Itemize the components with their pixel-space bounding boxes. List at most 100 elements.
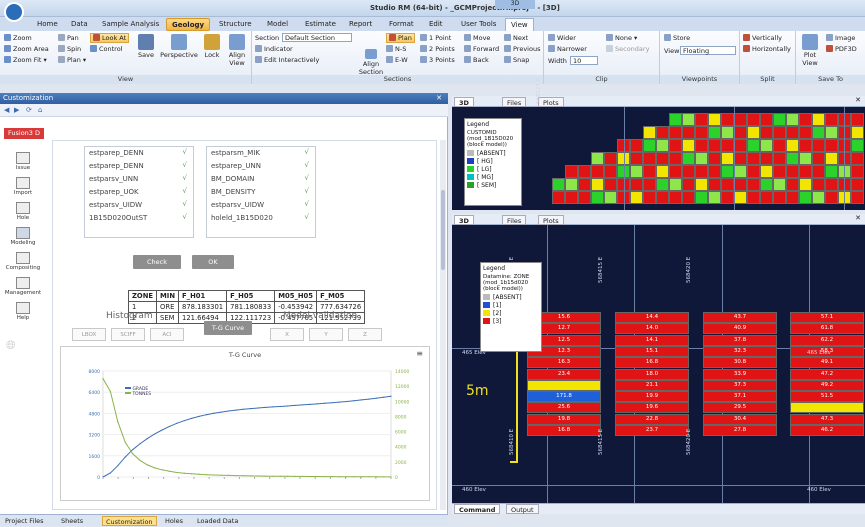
back-arrow-icon[interactable]: ◀ — [4, 106, 9, 114]
list-item[interactable]: 1B15D020OutST √ — [85, 212, 193, 225]
nav-management[interactable]: Management — [4, 277, 42, 296]
tab-3d[interactable]: 3D — [454, 97, 474, 107]
tab-project-files[interactable]: Project Files — [2, 516, 47, 526]
forward-arrow-icon[interactable]: ▶ — [14, 106, 19, 114]
secondary-button[interactable]: Secondary — [606, 45, 649, 53]
spin-button[interactable]: Spin — [58, 45, 81, 53]
tab-sample-analysis[interactable]: Sample Analysis — [97, 18, 164, 31]
zoom-button[interactable]: Zoom — [4, 34, 32, 42]
tab-output[interactable]: Output — [506, 504, 539, 514]
align-section-button[interactable]: Align Section — [356, 49, 386, 76]
list-item[interactable]: holeld_1B15D020 √ — [207, 212, 315, 225]
plot-view-button[interactable]: Plot View — [798, 34, 822, 67]
next-button[interactable]: Next — [504, 34, 528, 42]
previous-button[interactable]: Previous — [504, 45, 540, 53]
check-button[interactable]: Check — [133, 255, 181, 269]
tab-3d-bottom[interactable]: 3D — [454, 215, 474, 225]
plan-view-button[interactable]: Plan ▾ — [58, 56, 86, 64]
zoom-area-button[interactable]: Zoom Area — [4, 45, 49, 53]
ew-button[interactable]: E-W — [386, 56, 408, 64]
tab-plots-bottom[interactable]: Plots — [538, 215, 564, 225]
tab-user-tools[interactable]: User Tools — [456, 18, 501, 31]
indicator-button[interactable]: Indicator — [255, 45, 293, 53]
validation-z-button[interactable]: Z — [348, 328, 382, 341]
forward-button[interactable]: Forward — [464, 45, 499, 53]
tab-loaded-data[interactable]: Loaded Data — [194, 516, 241, 526]
align-view-button[interactable]: Align View — [225, 34, 249, 67]
tab-edit[interactable]: Edit — [424, 18, 448, 31]
move-button[interactable]: Move — [464, 34, 490, 42]
narrower-button[interactable]: Narrower — [548, 45, 587, 53]
zoom-fit-button[interactable]: Zoom Fit ▾ — [4, 56, 47, 64]
panel-scrollbar[interactable] — [440, 140, 446, 510]
save-view-button[interactable]: Save — [134, 34, 158, 59]
tab-model[interactable]: Model — [262, 18, 293, 31]
tab-estimate[interactable]: Estimate — [300, 18, 341, 31]
list-item[interactable]: estparep_UNN √ — [207, 160, 315, 173]
none-button[interactable]: None ▾ — [606, 34, 637, 42]
list-item[interactable]: estparsv_UIDW √ — [207, 199, 315, 212]
ok-button[interactable]: OK — [192, 255, 234, 269]
pdf3d-button[interactable]: PDF3D — [826, 45, 857, 53]
tab-format[interactable]: Format — [384, 18, 419, 31]
two-points-button[interactable]: 2 Points — [420, 45, 455, 53]
tab-data[interactable]: Data — [66, 18, 93, 31]
back-button[interactable]: Back — [464, 56, 489, 64]
pan-button[interactable]: Pan — [58, 34, 79, 42]
lbox-button[interactable]: LBOX — [72, 328, 106, 341]
image-button[interactable]: Image — [826, 34, 855, 42]
view-select[interactable]: Floating — [680, 46, 736, 55]
home-icon[interactable]: ⌂ — [38, 106, 42, 114]
nav-import[interactable]: Import — [4, 177, 42, 196]
tg-curve-button[interactable]: T-G Curve — [204, 321, 252, 335]
tab-files[interactable]: Files — [502, 97, 527, 107]
lock-button[interactable]: Lock — [200, 34, 224, 59]
control-button[interactable]: Control — [90, 45, 123, 53]
list-item[interactable]: BM_DOMAIN √ — [207, 173, 315, 186]
tab-customization[interactable]: Customization — [102, 516, 157, 526]
tab-command[interactable]: Command — [454, 504, 501, 514]
pane-close-icon[interactable]: ✕ — [855, 214, 861, 222]
refresh-icon[interactable]: ⟳ — [26, 106, 32, 114]
list-item[interactable]: BM_DENSITY √ — [207, 186, 315, 199]
tab-files-bottom[interactable]: Files — [502, 215, 527, 225]
edit-interactively-button[interactable]: Edit Interactively — [255, 56, 319, 64]
nav-compositing[interactable]: Compositing — [4, 252, 42, 271]
plan-section-button[interactable]: Plan — [386, 33, 415, 43]
validation-x-button[interactable]: X — [270, 328, 304, 341]
nav-help[interactable]: Help — [4, 302, 42, 321]
pane-close-icon[interactable]: ✕ — [855, 96, 861, 104]
list-item[interactable]: estparep_DENN √ — [85, 160, 193, 173]
list-item[interactable]: estparep_UOK √ — [85, 186, 193, 199]
validation-y-button[interactable]: Y — [309, 328, 343, 341]
list-item[interactable]: estparsv_UIDW √ — [85, 199, 193, 212]
perspective-button[interactable]: Perspective — [160, 34, 198, 59]
tab-holes[interactable]: Holes — [162, 516, 186, 526]
three-points-button[interactable]: 3 Points — [420, 56, 455, 64]
wider-button[interactable]: Wider — [548, 34, 576, 42]
look-at-button[interactable]: Look At — [90, 33, 130, 43]
store-button[interactable]: Store — [664, 34, 690, 42]
tab-home[interactable]: Home — [32, 18, 63, 31]
tab-structure[interactable]: Structure — [214, 18, 257, 31]
width-field[interactable]: 10 — [570, 56, 598, 65]
tab-geology[interactable]: Geology — [166, 18, 211, 31]
nav-issue[interactable]: Issue — [4, 152, 42, 171]
list-item[interactable]: estparsv_UNN √ — [85, 173, 193, 186]
split-vertically-button[interactable]: Vertically — [743, 34, 782, 42]
tab-sheets[interactable]: Sheets — [58, 516, 86, 526]
list-item[interactable]: estparsm_MIK √ — [207, 147, 315, 160]
ns-button[interactable]: N-S — [386, 45, 406, 53]
tab-report[interactable]: Report — [344, 18, 377, 31]
nav-modeling[interactable]: Modeling — [4, 227, 42, 246]
aci-button[interactable]: ACI — [150, 328, 184, 341]
one-point-button[interactable]: 1 Point — [420, 34, 451, 42]
scrollbar-thumb[interactable] — [441, 190, 445, 270]
sciff-button[interactable]: SCIFF — [111, 328, 145, 341]
nav-hole[interactable]: Hole — [4, 202, 42, 221]
list-item[interactable]: estparep_DENN √ — [85, 147, 193, 160]
snap-button[interactable]: Snap — [504, 56, 529, 64]
panel-close-icon[interactable]: ✕ — [436, 94, 442, 102]
section-select[interactable]: Default Section — [282, 33, 352, 42]
split-horizontally-button[interactable]: Horizontally — [743, 45, 791, 53]
